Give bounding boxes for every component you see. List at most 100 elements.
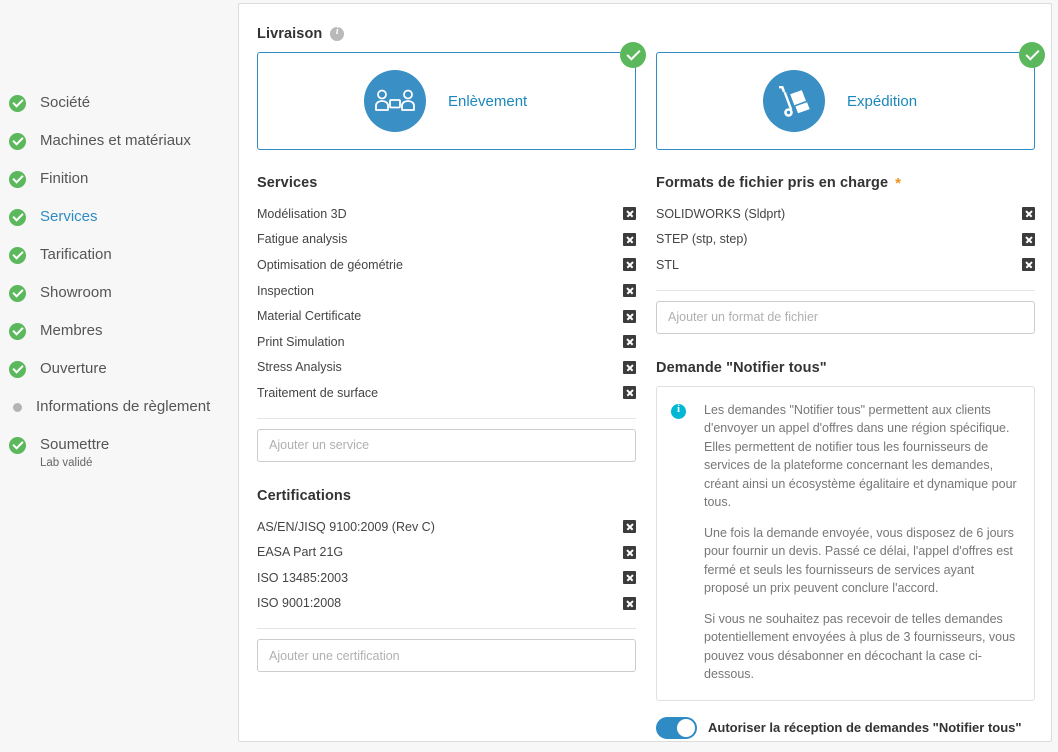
file-formats-section-title: Formats de fichier pris en charge * [656,175,1035,191]
sidebar-item-0[interactable]: Société [0,92,238,130]
services-list: Modélisation 3D Fatigue analysis Optimisat… [257,201,636,406]
page-root: Société Machines et matériaux Finition Serv… [0,0,1058,752]
list-item-label: EASA Part 21G [257,545,344,560]
sidebar-item-label: Membres [40,322,103,339]
hand-truck-icon [763,70,825,132]
remove-icon[interactable] [623,232,636,246]
sidebar-item-text: Membres [40,320,103,341]
delivery-cards: Enlèvement Expédition [257,42,1045,150]
sidebar-item-text: Soumettre Lab validé [40,434,109,471]
certifications-list: AS/EN/JISQ 9100:2009 (Rev C) EASA Part 21… [257,514,636,616]
list-item-label: SOLIDWORKS (Sldprt) [656,206,786,221]
list-item: STEP (stp, step) [656,227,1035,253]
notify-all-paragraph: Une fois la demande envoyée, vous dispos… [704,525,1014,596]
add-file-format-input[interactable] [656,300,1035,334]
remove-icon[interactable] [1022,258,1035,272]
remove-icon[interactable] [623,520,636,534]
delivery-card-shipping-label: Expédition [847,92,918,110]
sidebar-item-2[interactable]: Finition [0,168,238,206]
check-icon [9,171,26,188]
sidebar-item-text: Showroom [40,282,112,303]
list-item: Optimisation de géométrie [257,252,636,278]
sidebar-item-5[interactable]: Showroom [0,282,238,320]
list-item-label: STL [656,257,679,272]
remove-icon[interactable] [623,258,636,272]
notify-all-title-text: Demande "Notifier tous" [656,359,827,376]
sidebar-item-label: Showroom [40,284,112,301]
notify-all-paragraph: Les demandes "Notifier tous" permettent … [704,402,1017,510]
remove-icon[interactable] [623,309,636,323]
sidebar-item-label: Informations de règlement [36,398,211,415]
check-icon [9,437,26,454]
remove-icon[interactable] [623,284,636,298]
sidebar-item-label: Tarification [40,246,112,263]
sidebar-item-9[interactable]: Soumettre Lab validé [0,434,238,472]
list-item: AS/EN/JISQ 9100:2009 (Rev C) [257,514,636,540]
list-item: ISO 13485:2003 [257,565,636,591]
list-item: SOLIDWORKS (Sldprt) [656,201,1035,227]
pending-dot-icon [13,403,22,412]
remove-icon[interactable] [623,360,636,374]
list-item: STL [656,252,1035,278]
remove-icon[interactable] [623,386,636,400]
divider [257,628,636,630]
notify-all-paragraph: Si vous ne souhaitez pas recevoir de tel… [704,611,1016,682]
remove-icon[interactable] [623,545,636,559]
list-item: Stress Analysis [257,355,636,381]
check-icon [9,95,26,112]
sidebar-item-label: Soumettre [40,436,110,453]
list-item-label: Inspection [257,283,314,298]
notify-all-toggle[interactable] [656,716,697,739]
remove-icon[interactable] [623,571,636,585]
check-icon [1019,42,1045,68]
list-item-label: AS/EN/JISQ 9100:2009 (Rev C) [257,519,435,534]
handover-people-icon [364,70,426,132]
sidebar-item-label: Société [40,94,91,111]
info-icon[interactable] [330,26,345,41]
sidebar-item-6[interactable]: Membres [0,320,238,358]
list-item-label: STEP (stp, step) [656,232,748,247]
delivery-title-text: Livraison [257,26,323,42]
sidebar-item-4[interactable]: Tarification [0,244,238,282]
remove-icon[interactable] [623,207,636,221]
certifications-title-text: Certifications [257,487,352,504]
notify-all-toggle-row: Autoriser la réception de demandes "Noti… [656,716,1035,739]
remove-icon[interactable] [623,596,636,610]
check-icon [9,323,26,340]
check-icon [9,361,26,378]
notify-all-text: Les demandes "Notifier tous" permettent … [704,401,1018,684]
check-icon [620,42,646,68]
notify-all-toggle-label: Autoriser la réception de demandes "Noti… [708,720,1022,736]
remove-icon[interactable] [1022,207,1035,221]
sidebar-item-3[interactable]: Services [0,206,238,244]
check-icon [9,209,26,226]
list-item-label: ISO 13485:2003 [257,570,349,585]
sidebar-item-text: Tarification [40,244,112,265]
sidebar-item-text: Services [40,206,98,227]
left-column: Services Modélisation 3D Fatigue analysis… [257,175,636,739]
list-item: Modélisation 3D [257,201,636,227]
sidebar-item-label: Services [40,208,98,225]
notify-all-infobox: Les demandes "Notifier tous" permettent … [656,385,1035,701]
divider [257,417,636,419]
sidebar-item-7[interactable]: Ouverture [0,358,238,396]
notify-all-section-title: Demande "Notifier tous" [656,360,1035,376]
sidebar-item-1[interactable]: Machines et matériaux [0,130,238,168]
list-item-label: Material Certificate [257,309,362,324]
remove-icon[interactable] [1022,232,1035,246]
list-item: Print Simulation [257,329,636,355]
list-item: ISO 9001:2008 [257,591,636,617]
delivery-card-pickup[interactable]: Enlèvement [257,42,646,150]
delivery-card-shipping[interactable]: Expédition [656,42,1045,150]
sidebar-item-sublabel: Lab validé [40,457,93,469]
list-item-label: ISO 9001:2008 [257,596,342,611]
sidebar-item-text: Ouverture [40,358,107,379]
check-icon [9,247,26,264]
sidebar-item-8[interactable]: Informations de règlement [0,396,238,434]
remove-icon[interactable] [623,335,636,349]
check-icon [9,133,26,150]
sidebar-item-text: Informations de règlement [36,396,210,417]
add-certification-input[interactable] [257,639,636,673]
certifications-section-title: Certifications [257,488,636,504]
add-service-input[interactable] [257,428,636,462]
